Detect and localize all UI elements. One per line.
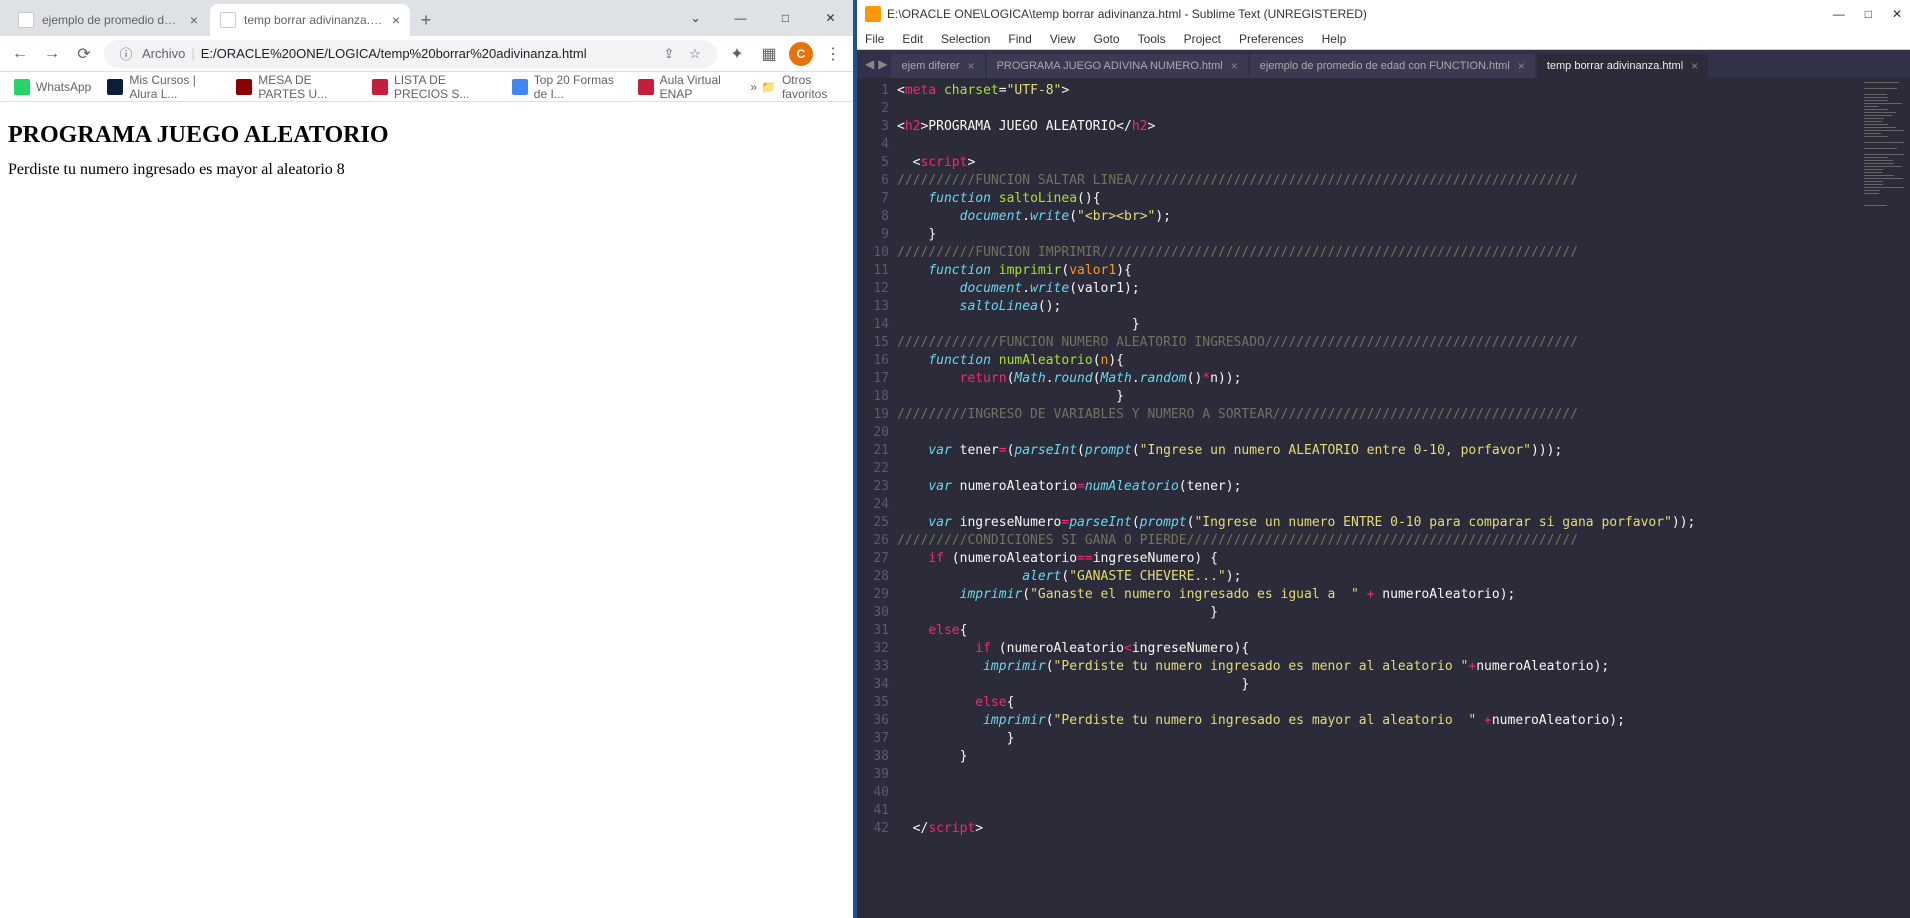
extensions-icon[interactable]: ✦ bbox=[725, 42, 749, 66]
forward-button[interactable]: → bbox=[40, 42, 64, 66]
bookmark-icon bbox=[372, 79, 388, 95]
minimize-icon[interactable]: — bbox=[1833, 7, 1845, 21]
star-icon[interactable]: ☆ bbox=[685, 46, 705, 62]
close-icon[interactable]: × bbox=[1518, 59, 1525, 73]
maximize-icon[interactable]: □ bbox=[763, 0, 808, 36]
close-icon[interactable]: ✕ bbox=[1892, 7, 1902, 21]
page-text: Perdiste tu numero ingresado es mayor al… bbox=[8, 161, 845, 179]
bookmark-icon bbox=[14, 79, 30, 95]
bookmark-item[interactable]: Top 20 Formas de I... bbox=[506, 69, 628, 105]
maximize-icon[interactable]: □ bbox=[1865, 7, 1872, 21]
bookmark-label: Aula Virtual ENAP bbox=[660, 73, 735, 101]
other-bookmarks[interactable]: 📁 Otros favoritos bbox=[761, 73, 845, 101]
more-bookmarks[interactable]: » bbox=[750, 80, 757, 94]
tab-nav: ◀ ▶ bbox=[861, 57, 891, 71]
menu-bar: File Edit Selection Find View Goto Tools Projec… bbox=[857, 28, 1910, 50]
editor-tab[interactable]: ejem diferer× bbox=[891, 54, 984, 78]
close-icon[interactable]: ✕ bbox=[808, 0, 853, 36]
code-area[interactable]: <meta charset="UTF-8"> <h2>PROGRAMA JUEG… bbox=[897, 78, 1860, 918]
reload-button[interactable]: ⟳ bbox=[72, 42, 96, 66]
close-icon[interactable]: × bbox=[190, 12, 198, 28]
bookmarks-bar: WhatsApp Mis Cursos | Alura L... MESA DE P… bbox=[0, 72, 853, 102]
tab-title: ejemplo de promedio de edad c bbox=[42, 13, 182, 27]
bookmark-label: Top 20 Formas de I... bbox=[534, 73, 622, 101]
menu-item[interactable]: Edit bbox=[902, 32, 923, 46]
bookmark-item[interactable]: Aula Virtual ENAP bbox=[632, 69, 741, 105]
info-icon[interactable]: ⓘ bbox=[116, 44, 136, 63]
bookmark-label: Mis Cursos | Alura L... bbox=[129, 73, 220, 101]
page-content: PROGRAMA JUEGO ALEATORIO Perdiste tu num… bbox=[0, 102, 853, 918]
bookmark-label: MESA DE PARTES U... bbox=[258, 73, 356, 101]
minimize-icon[interactable]: — bbox=[718, 0, 763, 36]
chrome-tabstrip: ejemplo de promedio de edad c × temp bor… bbox=[0, 0, 853, 36]
menu-item[interactable]: File bbox=[865, 32, 884, 46]
new-tab-button[interactable]: + bbox=[412, 6, 440, 34]
sidepanel-icon[interactable]: ▦ bbox=[757, 42, 781, 66]
window-controls: ⌄ — □ ✕ bbox=[673, 0, 853, 36]
bookmark-label: LISTA DE PRECIOS S... bbox=[394, 73, 496, 101]
url-prefix: Archivo bbox=[142, 46, 185, 61]
menu-icon[interactable]: ⋮ bbox=[821, 42, 845, 66]
editor-tab[interactable]: ejemplo de promedio de edad con FUNCTION… bbox=[1250, 54, 1535, 78]
bookmark-icon bbox=[236, 79, 252, 95]
window-controls: — □ ✕ bbox=[1833, 7, 1902, 21]
page-favicon bbox=[220, 12, 236, 28]
editor: 1234567891011121314151617181920212223242… bbox=[857, 78, 1910, 918]
editor-tab[interactable]: PROGRAMA JUEGO ADIVINA NUMERO.html× bbox=[987, 54, 1248, 78]
tab-fwd-icon[interactable]: ▶ bbox=[878, 57, 887, 71]
page-favicon bbox=[18, 12, 34, 28]
menu-item[interactable]: Goto bbox=[1094, 32, 1120, 46]
minimap[interactable] bbox=[1860, 78, 1910, 918]
caret-down-icon[interactable]: ⌄ bbox=[673, 0, 718, 36]
window-title: E:\ORACLE ONE\LOGICA\temp borrar adivina… bbox=[887, 7, 1367, 21]
menu-item[interactable]: Project bbox=[1184, 32, 1221, 46]
menu-item[interactable]: Selection bbox=[941, 32, 990, 46]
bookmark-item[interactable]: Mis Cursos | Alura L... bbox=[101, 69, 226, 105]
bookmark-label: WhatsApp bbox=[36, 80, 91, 94]
page-heading: PROGRAMA JUEGO ALEATORIO bbox=[8, 122, 845, 149]
line-gutter: 1234567891011121314151617181920212223242… bbox=[857, 78, 897, 918]
bookmark-item[interactable]: LISTA DE PRECIOS S... bbox=[366, 69, 502, 105]
address-bar[interactable]: ⓘ Archivo | E:/ORACLE%20ONE/LOGICA/temp%… bbox=[104, 40, 717, 68]
bookmark-icon bbox=[512, 79, 528, 95]
tab-back-icon[interactable]: ◀ bbox=[865, 57, 874, 71]
menu-item[interactable]: Help bbox=[1322, 32, 1347, 46]
menu-item[interactable]: Preferences bbox=[1239, 32, 1304, 46]
profile-avatar[interactable]: C bbox=[789, 42, 813, 66]
chrome-tab-inactive[interactable]: ejemplo de promedio de edad c × bbox=[8, 4, 208, 36]
share-icon[interactable]: ⇪ bbox=[659, 46, 679, 62]
sublime-titlebar: E:\ORACLE ONE\LOGICA\temp borrar adivina… bbox=[857, 0, 1910, 28]
menu-item[interactable]: Find bbox=[1008, 32, 1031, 46]
sublime-window: E:\ORACLE ONE\LOGICA\temp borrar adivina… bbox=[857, 0, 1910, 918]
sublime-app-icon bbox=[865, 6, 881, 22]
menu-item[interactable]: Tools bbox=[1138, 32, 1166, 46]
bookmark-icon bbox=[107, 79, 123, 95]
bookmark-item[interactable]: MESA DE PARTES U... bbox=[230, 69, 362, 105]
url-text: E:/ORACLE%20ONE/LOGICA/temp%20borrar%20a… bbox=[201, 46, 653, 61]
close-icon[interactable]: × bbox=[392, 12, 400, 28]
chrome-window: ejemplo de promedio de edad c × temp bor… bbox=[0, 0, 853, 918]
close-icon[interactable]: × bbox=[1691, 59, 1698, 73]
back-button[interactable]: ← bbox=[8, 42, 32, 66]
chrome-tab-active[interactable]: temp borrar adivinanza.html × bbox=[210, 4, 410, 36]
menu-item[interactable]: View bbox=[1050, 32, 1076, 46]
bookmark-icon bbox=[638, 79, 654, 95]
sublime-tabstrip: ◀ ▶ ejem diferer×PROGRAMA JUEGO ADIVINA … bbox=[857, 50, 1910, 78]
bookmark-item[interactable]: WhatsApp bbox=[8, 69, 97, 105]
close-icon[interactable]: × bbox=[968, 59, 975, 73]
tab-title: temp borrar adivinanza.html bbox=[244, 13, 384, 27]
close-icon[interactable]: × bbox=[1231, 59, 1238, 73]
chrome-toolbar: ← → ⟳ ⓘ Archivo | E:/ORACLE%20ONE/LOGICA… bbox=[0, 36, 853, 72]
folder-icon: 📁 bbox=[761, 80, 776, 94]
editor-tab[interactable]: temp borrar adivinanza.html× bbox=[1537, 54, 1708, 78]
